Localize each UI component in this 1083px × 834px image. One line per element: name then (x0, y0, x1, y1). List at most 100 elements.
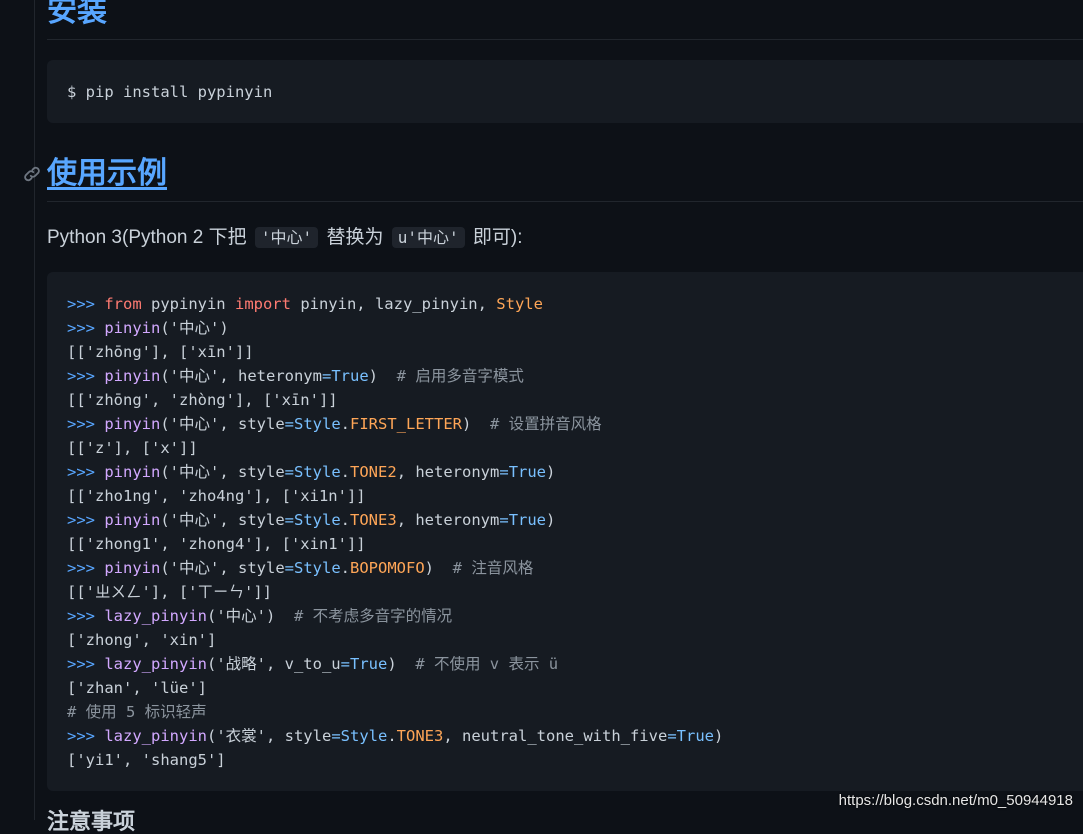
code-token: Style (294, 511, 341, 529)
code-line[interactable]: >>> pinyin('中心', style=Style.BOPOMOFO) #… (67, 556, 723, 580)
code-line[interactable]: >>> pinyin('中心', style=Style.FIRST_LETTE… (67, 412, 723, 436)
code-line[interactable]: [['z'], ['x']] (67, 436, 723, 460)
code-token: ('中心', style (160, 463, 285, 481)
intro-text-middle: 替换为 (321, 227, 389, 248)
code-line[interactable]: >>> from pypinyin import pinyin, lazy_pi… (67, 292, 723, 316)
code-token: True (331, 367, 369, 385)
code-line[interactable]: >>> lazy_pinyin('中心') # 不考虑多音字的情况 (67, 604, 723, 628)
install-command[interactable]: $ pip install pypinyin (67, 82, 272, 102)
code-line[interactable]: [['zhōng', 'zhòng'], ['xīn']] (67, 388, 723, 412)
code-token: = (284, 559, 294, 577)
code-token: ) (424, 559, 453, 577)
code-line[interactable]: >>> lazy_pinyin('衣裳', style=Style.TONE3,… (67, 724, 723, 748)
watermark: https://blog.csdn.net/m0_50944918 (838, 792, 1073, 809)
code-token: TONE2 (350, 463, 397, 481)
code-token: = (499, 463, 509, 481)
code-token: Style (294, 415, 341, 433)
code-token: [['z'], ['x']] (67, 439, 198, 457)
code-line[interactable]: >>> pinyin('中心', style=Style.TONE2, hete… (67, 460, 723, 484)
code-token: # 使用 5 标识轻声 (67, 703, 207, 721)
link-anchor-icon[interactable] (22, 164, 42, 184)
code-token: pinyin, lazy_pinyin, (290, 295, 497, 313)
code-token: = (284, 511, 294, 529)
code-token: , heteronym (396, 463, 500, 481)
code-token: ('中心') (206, 607, 294, 625)
code-token: lazy_pinyin (104, 607, 207, 625)
code-token: ) (387, 655, 416, 673)
code-token: ('中心') (160, 319, 229, 337)
code-token: ('中心', style (160, 415, 285, 433)
code-token: Style (340, 727, 388, 745)
code-token: ) (546, 463, 556, 481)
code-line[interactable]: ['yi1', 'shang5'] (67, 748, 723, 772)
code-token: # 不使用 v 表示 ü (415, 655, 559, 673)
code-token: >>> (67, 319, 105, 337)
code-token: pinyin (104, 415, 161, 433)
code-token: >>> (67, 607, 105, 625)
intro-text-after: 即可): (467, 227, 523, 248)
code-token: BOPOMOFO (350, 559, 425, 577)
code-token: FIRST_LETTER (350, 415, 462, 433)
code-token: . (340, 559, 351, 577)
code-line[interactable]: >>> pinyin('中心') (67, 316, 723, 340)
code-token: pinyin (104, 367, 161, 385)
code-token: pinyin (104, 319, 161, 337)
code-token: >>> (67, 655, 105, 673)
code-token: True (508, 511, 547, 529)
example-code-block[interactable]: >>> from pypinyin import pinyin, lazy_pi… (47, 272, 1083, 791)
code-line[interactable]: >>> pinyin('中心', style=Style.TONE3, hete… (67, 508, 723, 532)
code-token: pinyin (104, 463, 161, 481)
code-token: lazy_pinyin (104, 655, 207, 673)
code-token: ) (546, 511, 556, 529)
code-token: >>> (67, 559, 105, 577)
code-token: = (340, 655, 350, 673)
code-token: = (499, 511, 509, 529)
code-token: ('衣裳', style (206, 727, 332, 745)
code-token: = (284, 463, 294, 481)
inline-code: u'中心' (391, 227, 465, 248)
code-token: >>> (67, 415, 105, 433)
code-token: ('中心', style (160, 559, 285, 577)
code-token: # 注音风格 (452, 559, 534, 577)
code-line[interactable]: >>> lazy_pinyin('战略', v_to_u=True) # 不使用… (67, 652, 723, 676)
code-token: ['yi1', 'shang5'] (67, 751, 226, 769)
code-line[interactable]: [['zhōng'], ['xīn']] (67, 340, 723, 364)
code-token: ) (713, 727, 724, 745)
code-line[interactable]: [['zho1ng', 'zho4ng'], ['xi1n']] (67, 484, 723, 508)
code-token: True (508, 463, 547, 481)
code-line[interactable]: # 使用 5 标识轻声 (67, 700, 723, 724)
code-token: from (104, 295, 142, 313)
code-token: [['zhōng', 'zhòng'], ['xīn']] (67, 391, 338, 409)
code-token: ) (368, 367, 397, 385)
code-line[interactable]: [['zhong1', 'zhong4'], ['xin1']] (67, 532, 723, 556)
code-token: >>> (67, 727, 105, 745)
code-token: pypinyin (141, 295, 235, 313)
code-token: , neutral_tone_with_five (443, 727, 668, 745)
code-token: . (340, 463, 351, 481)
code-token: [['ㄓㄨㄥ'], ['ㄒㄧㄣ']] (67, 583, 272, 601)
code-line[interactable]: >>> pinyin('中心', heteronym=True) # 启用多音字… (67, 364, 723, 388)
left-border (34, 0, 35, 820)
code-line[interactable]: ['zhan', 'lüe'] (67, 676, 723, 700)
code-token: import (234, 295, 291, 313)
code-line[interactable]: ['zhong', 'xin'] (67, 628, 723, 652)
heading-divider (47, 39, 1083, 40)
code-token: # 启用多音字模式 (396, 367, 524, 385)
code-token: Style (294, 559, 341, 577)
section-heading-usage[interactable]: 使用示例 (47, 154, 167, 194)
code-token: . (340, 415, 351, 433)
code-token: Style (294, 463, 341, 481)
code-token: . (387, 727, 397, 745)
code-token: lazy_pinyin (104, 727, 207, 745)
code-token: = (321, 367, 332, 385)
code-token: [['zhong1', 'zhong4'], ['xin1']] (67, 535, 366, 553)
install-code-block[interactable]: $ pip install pypinyin (47, 60, 1083, 123)
intro-paragraph: Python 3(Python 2 下把 '中心' 替换为 u'中心' 即可): (47, 224, 523, 252)
code-line[interactable]: [['ㄓㄨㄥ'], ['ㄒㄧㄣ']] (67, 580, 723, 604)
heading-divider (47, 201, 1083, 202)
code-lines: >>> from pypinyin import pinyin, lazy_pi… (67, 292, 723, 772)
code-token: pinyin (104, 511, 161, 529)
code-token: True (676, 727, 714, 745)
code-token: [['zho1ng', 'zho4ng'], ['xi1n']] (67, 487, 366, 505)
code-token: ('中心', style (160, 511, 285, 529)
